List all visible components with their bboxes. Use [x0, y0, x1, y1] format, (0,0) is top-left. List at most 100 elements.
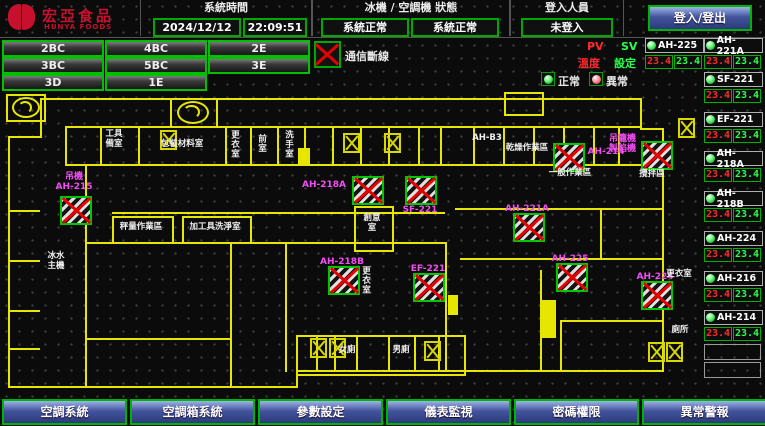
wall-segment	[285, 242, 287, 372]
stairs-icon	[12, 97, 40, 118]
room-label: 乾燥作業區	[504, 144, 550, 154]
shaft-icon	[678, 118, 695, 138]
floor-button-1e[interactable]: 1E	[105, 74, 207, 91]
wall-segment	[250, 126, 252, 166]
wall-segment	[65, 126, 640, 128]
equipment-tag: 吊機AH-215	[48, 172, 100, 192]
room-label: 秤量作業區	[114, 223, 168, 233]
abnormal-led-icon	[589, 72, 603, 86]
unit-sv-value: 23.4	[733, 248, 761, 262]
wall-segment	[298, 148, 310, 165]
unit-name: AH-216	[717, 273, 756, 284]
unit-name-plate[interactable]: AH-221A	[704, 38, 763, 53]
comm-loss-icon	[314, 41, 341, 68]
floor-button-2bc[interactable]: 2BC	[2, 40, 104, 57]
system-time-label: 系統時間	[141, 1, 311, 15]
unit-name: AH-225	[658, 40, 697, 51]
shaft-icon	[310, 338, 327, 358]
nav-button-parameters[interactable]: 參數設定	[258, 399, 383, 425]
room-label: 攪拌區	[634, 170, 670, 180]
offline-unit-icon-ah224[interactable]	[641, 281, 673, 310]
pv-label: PV	[587, 40, 604, 53]
wall-segment	[40, 98, 640, 100]
wall-segment	[356, 335, 358, 372]
equipment-tag: SF-221	[396, 205, 444, 215]
wall-segment	[455, 208, 662, 210]
shaft-icon	[384, 133, 401, 153]
room-label: 工具備室	[103, 130, 125, 149]
unit-pv-value: 23.4	[704, 288, 732, 302]
unit-name-plate[interactable]: EF-221	[704, 112, 763, 127]
empty-slot	[704, 362, 761, 378]
login-logout-button[interactable]: 登入/登出	[648, 5, 752, 31]
floor-button-4bc[interactable]: 4BC	[105, 40, 207, 57]
floor-button-3bc[interactable]: 3BC	[2, 57, 104, 74]
offline-unit-icon-mixer[interactable]	[641, 141, 673, 170]
floor-button-3d[interactable]: 3D	[2, 74, 104, 91]
normal-label: 正常	[558, 73, 580, 89]
nav-button-ahu-system[interactable]: 空調箱系統	[130, 399, 255, 425]
unit-pv-value: 23.4	[704, 129, 732, 143]
offline-unit-icon-ah218a[interactable]	[352, 176, 384, 205]
shaft-icon	[648, 342, 665, 362]
shaft-icon	[343, 133, 360, 153]
wall-segment	[332, 126, 334, 166]
wall-segment	[560, 320, 562, 370]
nav-button-meter-monitor[interactable]: 儀表監視	[386, 399, 511, 425]
unit-status-led	[706, 313, 715, 322]
nav-button-password[interactable]: 密碼權限	[514, 399, 639, 425]
floor-button-5bc[interactable]: 5BC	[105, 57, 207, 74]
wall-segment	[8, 348, 40, 350]
room-label: 冰水主機	[46, 252, 66, 271]
unit-name-plate[interactable]: AH-225	[645, 38, 704, 53]
wall-segment	[448, 295, 458, 315]
equipment-tag: AH-225	[548, 254, 592, 264]
room-label: 更衣室	[360, 266, 370, 295]
unit-name: AH-214	[717, 312, 756, 323]
room-label: 一般作業區	[546, 169, 594, 179]
nav-button-ac-system[interactable]: 空調系統	[2, 399, 127, 425]
wall-segment	[388, 335, 390, 372]
wall-segment	[418, 126, 420, 166]
offline-unit-icon-ef221[interactable]	[413, 273, 445, 302]
sv-name-label: 設定	[614, 55, 636, 71]
unit-block-ah225: AH-225 23.423.4	[645, 38, 704, 69]
unit-sv-value: 23.4	[733, 327, 761, 341]
offline-unit-icon-ah225[interactable]	[556, 263, 588, 292]
room-label: 創意室	[361, 214, 383, 233]
unit-name-plate[interactable]: AH-216	[704, 271, 763, 286]
wall-segment	[8, 136, 42, 138]
login-label: 登入人員	[511, 1, 623, 15]
unit-name: EF-221	[717, 114, 753, 125]
header-bar: 宏亞食品 HUNYA FOODS 系統時間 2024/12/12 22:09:5…	[0, 0, 765, 38]
unit-sv-value: 23.4	[733, 288, 761, 302]
room-label: 女廁	[338, 346, 356, 356]
room-label: 更衣室	[664, 270, 694, 280]
floor-button-3e[interactable]: 3E	[208, 57, 310, 74]
unit-name-plate[interactable]: AH-224	[704, 231, 763, 246]
machine-status-label: 冰機 / 空調機 狀態	[313, 1, 509, 15]
wall-segment	[85, 242, 87, 388]
unit-block-ah216: AH-216 23.423.4	[704, 271, 763, 302]
unit-name-plate[interactable]: AH-218B	[704, 191, 763, 206]
unit-name-plate[interactable]: AH-214	[704, 310, 763, 325]
offline-unit-icon-ah215[interactable]	[60, 196, 92, 225]
ac-status-value: 系統正常	[411, 18, 499, 37]
unit-sv-value: 23.4	[733, 55, 761, 69]
unit-name-plate[interactable]: AH-218A	[704, 151, 763, 166]
wall-segment	[360, 126, 362, 166]
unit-name: AH-221A	[717, 35, 761, 57]
offline-unit-icon-ah221a[interactable]	[513, 213, 545, 242]
brand-name-en: HUNYA FOODS	[44, 23, 112, 31]
unit-pv-value: 23.4	[645, 55, 673, 69]
unit-name-plate[interactable]: SF-221	[704, 72, 763, 87]
wall-segment	[504, 92, 544, 116]
floor-button-2e[interactable]: 2E	[208, 40, 310, 57]
unit-pv-value: 23.4	[704, 327, 732, 341]
login-user-value: 未登入	[521, 18, 613, 37]
unit-status-led	[706, 75, 715, 84]
unit-pv-value: 23.4	[704, 55, 732, 69]
offline-unit-icon-sf221[interactable]	[405, 176, 437, 205]
nav-button-alarm[interactable]: 異常警報	[642, 399, 765, 425]
offline-unit-icon-ah218b[interactable]	[328, 266, 360, 295]
